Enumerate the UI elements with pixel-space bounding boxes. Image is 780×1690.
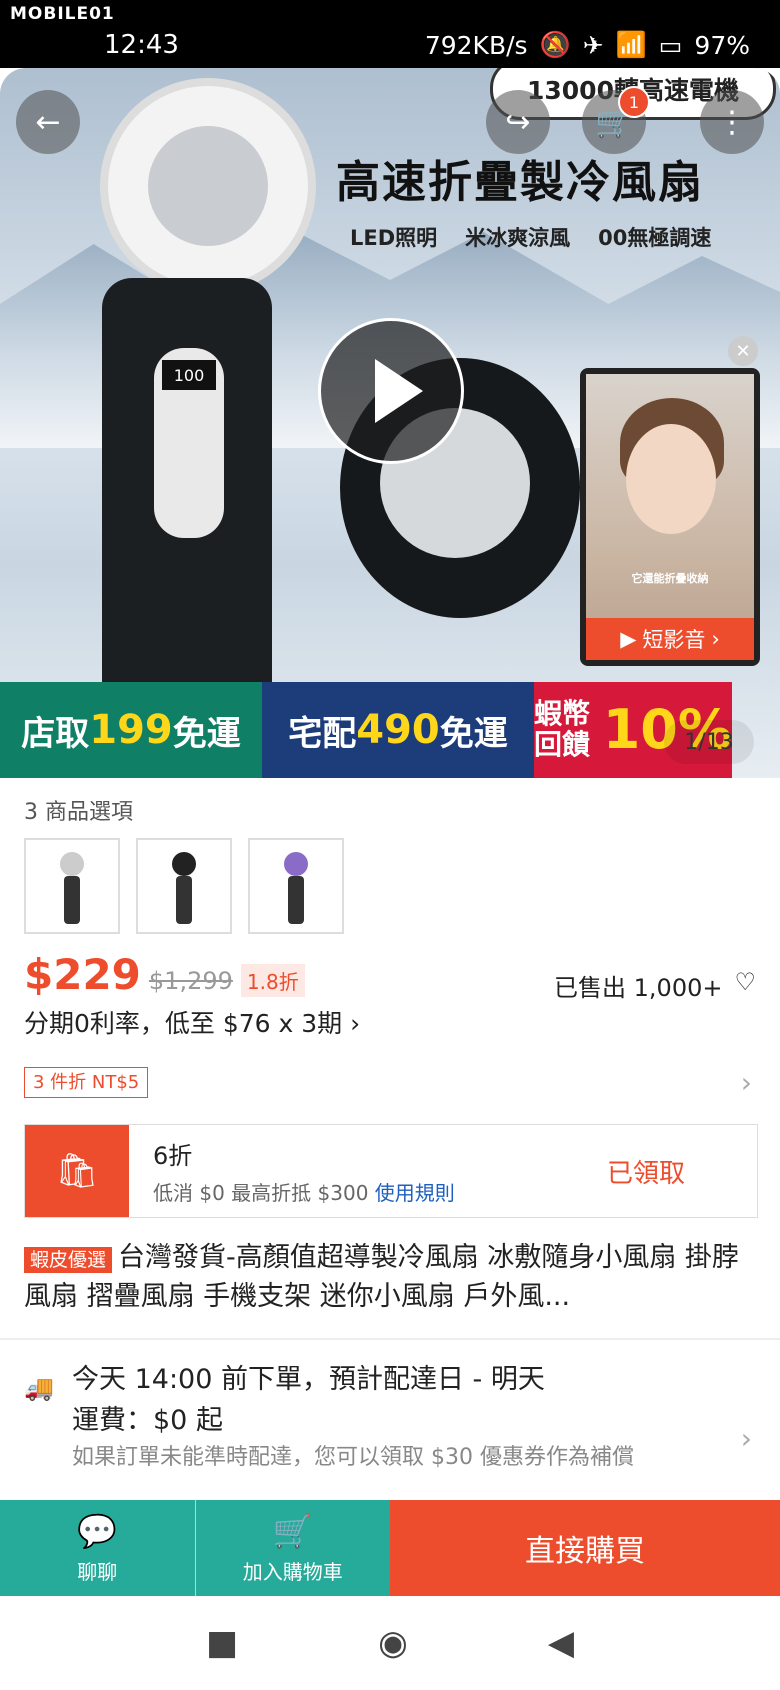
share-button[interactable]: ↪: [486, 90, 550, 154]
image-pager: 1/13: [664, 720, 754, 764]
promo-banner: 店取 199 免運 宅配 490 免運 蝦幣回饋 10%: [0, 682, 780, 778]
feature-cool: 米冰爽涼風: [465, 226, 571, 250]
video-caption: 它還能折疊收納: [631, 572, 709, 585]
fan-head-image: [100, 78, 316, 294]
feature-led: LED照明: [350, 226, 438, 250]
shopee-bag-icon: 🛍: [25, 1125, 129, 1217]
recents-icon[interactable]: ■: [206, 1623, 238, 1663]
add-to-cart-button[interactable]: 🛒 加入購物車: [194, 1500, 391, 1596]
shipping-eta: 今天 14:00 前下單，預計配達日 - 明天: [72, 1364, 545, 1395]
heart-icon[interactable]: ♡: [734, 968, 756, 1003]
clock: 12:43: [104, 30, 179, 60]
installment-info[interactable]: 分期0利率，低至 $76 x 3期 ›: [24, 1004, 756, 1040]
back-icon[interactable]: ◀: [548, 1623, 574, 1663]
more-button[interactable]: ⋮: [700, 90, 764, 154]
option-thumbnails: [24, 838, 756, 934]
buy-now-button[interactable]: 直接購買: [390, 1500, 780, 1596]
short-video-tag[interactable]: ▶ 短影音 ›: [586, 618, 754, 660]
voucher-rules-link[interactable]: 使用規則: [375, 1181, 455, 1205]
brand-watermark: MOBILE01: [10, 4, 115, 24]
chat-button[interactable]: 💬 聊聊: [0, 1500, 195, 1596]
preferred-tag: 蝦皮優選: [24, 1247, 113, 1273]
arrow-left-icon: ←: [35, 104, 61, 140]
bundle-deal[interactable]: 3 件折 NT$5: [24, 1067, 756, 1098]
voucher-condition: 低消 $0 最高折抵 $300: [153, 1181, 369, 1205]
truck-icon: 🚚: [24, 1374, 54, 1402]
more-vertical-icon: ⋮: [717, 104, 747, 140]
battery-icon: ▭: [658, 30, 683, 60]
voucher-claimed[interactable]: 已領取: [607, 1153, 757, 1190]
network-speed: 792KB/s: [424, 30, 528, 60]
status-bar: MOBILE01 12:43 792KB/s 🔕 ✈ 📶 ▭ 97%: [0, 0, 780, 68]
shipping-guarantee: 如果訂單未能準時配達，您可以領取 $30 優惠券作為補償: [72, 1445, 634, 1470]
option-thumb-purple[interactable]: [248, 838, 344, 934]
sold-count: 已售出 1,000+ ♡: [554, 968, 756, 1003]
wifi-icon: 📶: [615, 30, 647, 59]
bundle-tag: 3 件折 NT$5: [24, 1067, 149, 1098]
product-title: 蝦皮優選 台灣發貨-高顏值超導製冷風扇 冰敷隨身小風扇 掛脖風扇 摺疊風扇 手機支…: [24, 1242, 739, 1313]
cart-button[interactable]: 🛒 1: [582, 86, 650, 154]
add-cart-icon: 🛒: [272, 1511, 313, 1550]
option-thumb-black[interactable]: [136, 838, 232, 934]
shipping-fee: 運費：$0 起: [72, 1404, 223, 1436]
product-image-carousel[interactable]: 13000轉高速電機 高速折疊製冷風扇 LED照明 米冰爽涼風 00無極調速 1…: [0, 68, 780, 778]
feature-speed: 00無極調速: [598, 226, 712, 250]
share-icon: ↪: [505, 104, 531, 140]
divider: [0, 1338, 780, 1340]
short-video-preview[interactable]: 它還能折疊收納 ▶ 短影音 ›: [580, 368, 760, 666]
chevron-right-icon[interactable]: ›: [741, 1422, 752, 1455]
fan-display: 100: [162, 360, 216, 390]
home-free-shipping: 宅配 490 免運: [262, 682, 534, 778]
price: $229: [24, 950, 141, 999]
voucher-card[interactable]: 🛍 6折 低消 $0 最高折抵 $300 使用規則 已領取: [24, 1124, 758, 1218]
action-bar: 💬 聊聊 🛒 加入購物車 直接購買: [0, 1500, 780, 1596]
voucher-title: 6折: [153, 1142, 193, 1170]
airplane-icon: ✈: [582, 30, 604, 60]
mute-icon: 🔕: [539, 30, 571, 59]
back-button[interactable]: ←: [16, 90, 80, 154]
close-icon[interactable]: ✕: [728, 336, 758, 366]
option-thumb-white[interactable]: [24, 838, 120, 934]
shopee-video-icon: ▶: [620, 627, 637, 651]
hero-title: 高速折疊製冷風扇: [336, 157, 704, 208]
feature-list: LED照明 米冰爽涼風 00無極調速: [350, 222, 711, 252]
chevron-right-icon: ›: [711, 627, 720, 651]
battery-percent: 97%: [694, 30, 750, 60]
discount-badge: 1.8折: [240, 964, 305, 997]
chevron-right-icon[interactable]: ›: [741, 1066, 752, 1099]
options-label: 3 商品選項: [24, 800, 133, 825]
shipping-info[interactable]: 今天 14:00 前下單，預計配達日 - 明天 運費：$0 起 如果訂單未能準時…: [72, 1360, 712, 1474]
play-video-button[interactable]: [318, 318, 464, 464]
system-nav-bar: ■ ◉ ◀: [0, 1596, 780, 1690]
chat-icon: 💬: [77, 1511, 118, 1550]
home-icon[interactable]: ◉: [378, 1623, 408, 1663]
pickup-free-shipping: 店取 199 免運: [0, 682, 262, 778]
cart-badge: 1: [618, 86, 650, 118]
original-price: $1,299: [148, 967, 233, 995]
